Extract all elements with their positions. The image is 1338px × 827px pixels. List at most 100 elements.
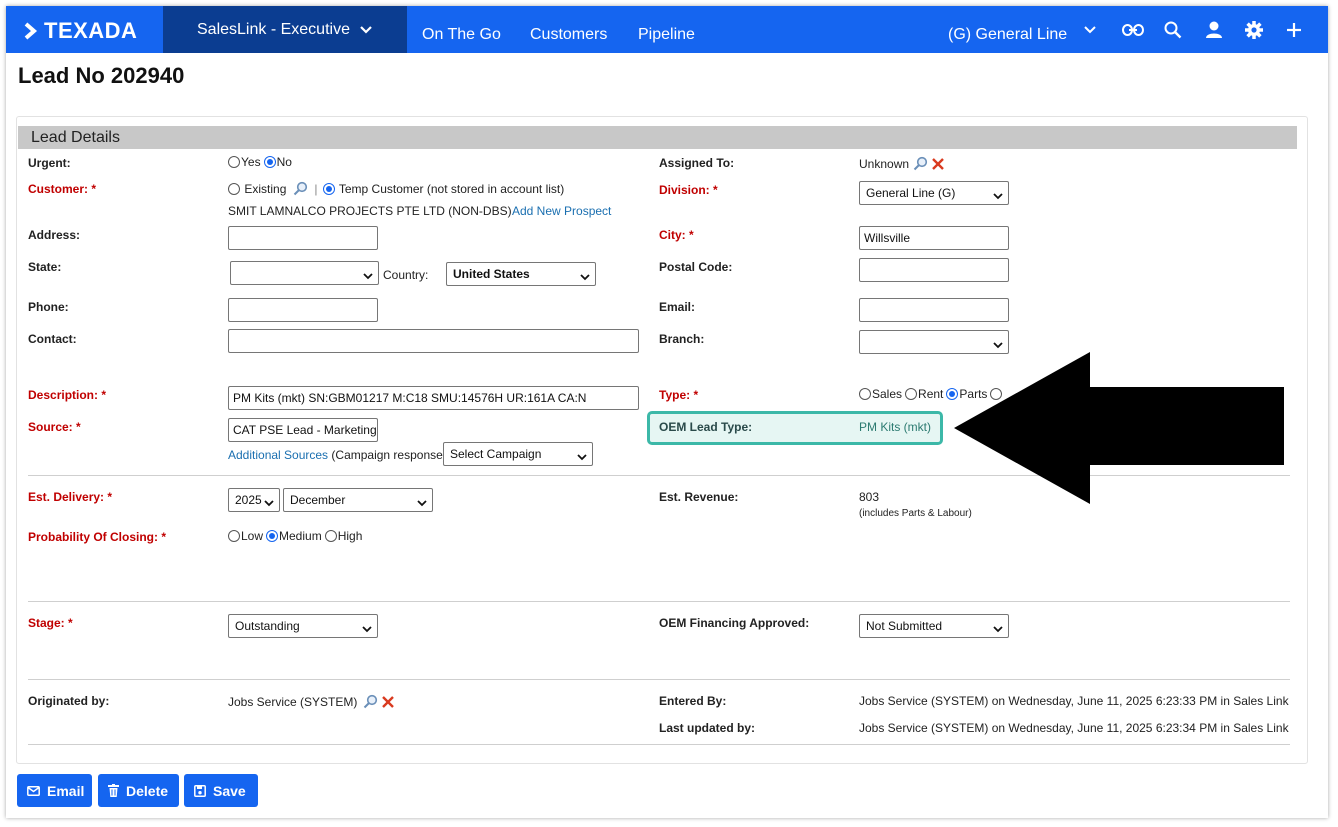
urgent-radio-group: Yes No <box>228 155 295 169</box>
division-label: Division: * <box>659 183 718 197</box>
add-new-prospect-link[interactable]: Add New Prospect <box>512 204 611 218</box>
probability-low-option[interactable]: Low <box>228 529 263 543</box>
customer-existing-option[interactable]: Existing <box>228 182 286 196</box>
chevron-down-icon <box>417 496 427 510</box>
customer-temp-label: Temp Customer (not stored in account lis… <box>338 181 565 196</box>
nav-link-on-the-go[interactable]: On The Go <box>422 6 501 53</box>
state-select[interactable] <box>230 261 379 285</box>
customer-existing-label: Existing <box>244 181 287 196</box>
originated-clear-icon[interactable] <box>381 695 395 709</box>
email-button[interactable]: Email <box>17 774 92 807</box>
urgent-yes-label: Yes <box>241 155 261 169</box>
radio-medium[interactable] <box>266 530 279 542</box>
country-select[interactable]: United States <box>446 262 596 286</box>
additional-sources-row: Additional Sources (Campaign response) <box>228 448 447 462</box>
branch-select[interactable] <box>859 330 1009 354</box>
app-switcher[interactable]: SalesLink - Executive <box>163 6 407 53</box>
chevron-down-icon[interactable] <box>1079 19 1101 41</box>
gear-icon[interactable] <box>1243 19 1265 41</box>
contact-input[interactable] <box>228 329 639 353</box>
radio-temp[interactable] <box>322 182 335 195</box>
email-input[interactable] <box>859 298 1009 322</box>
type-rent-option[interactable]: Rent <box>905 387 943 401</box>
probability-radio-group: Low Medium High <box>228 529 365 543</box>
postal-code-input[interactable] <box>859 258 1009 282</box>
city-input[interactable]: Willsville <box>859 226 1009 250</box>
nav-link-customers[interactable]: Customers <box>530 6 607 53</box>
envelope-icon <box>27 785 40 796</box>
stage-label: Stage: * <box>28 616 73 630</box>
chevron-down-icon <box>580 270 590 284</box>
radio-high[interactable] <box>324 530 337 542</box>
phone-input[interactable] <box>228 298 378 322</box>
probability-high-label: High <box>337 529 363 543</box>
customer-search-icon[interactable] <box>293 181 308 196</box>
divider <box>28 744 1290 745</box>
contact-label: Contact: <box>28 332 77 346</box>
user-icon[interactable] <box>1203 19 1225 41</box>
divider <box>28 679 1290 680</box>
logo-text: TEXADA <box>44 18 138 43</box>
chevron-down-icon <box>360 25 372 34</box>
delete-button[interactable]: Delete <box>98 774 179 807</box>
source-input[interactable]: CAT PSE Lead - Marketing <box>228 418 378 442</box>
radio-low[interactable] <box>228 530 240 542</box>
email-label: Email: <box>659 300 696 314</box>
description-input[interactable]: PM Kits (mkt) SN:GBM01217 M:C18 SMU:1457… <box>228 386 639 410</box>
est-revenue-value: 803 <box>859 490 880 504</box>
address-input[interactable] <box>228 226 378 250</box>
top-nav: TEXADA SalesLink - Executive On The Go C… <box>6 6 1328 53</box>
country-label: Country: <box>383 268 429 282</box>
radio-existing[interactable] <box>228 182 240 195</box>
assigned-clear-icon[interactable] <box>931 157 945 171</box>
probability-medium-option[interactable]: Medium <box>266 529 322 543</box>
state-label: State: <box>28 260 62 274</box>
plus-icon[interactable] <box>1283 19 1305 41</box>
type-sales-option[interactable]: Sales <box>859 387 902 401</box>
chevron-down-icon <box>993 189 1003 203</box>
search-icon[interactable] <box>1162 19 1184 41</box>
entered-by-label: Entered By: <box>659 694 727 708</box>
radio-yes[interactable] <box>228 156 240 168</box>
assigned-search-icon[interactable] <box>913 156 928 171</box>
delivery-year-select[interactable]: 2025 <box>228 488 280 512</box>
customer-temp-option[interactable]: Temp Customer (not stored in account lis… <box>322 181 565 196</box>
delivery-month-value: December <box>290 493 346 507</box>
oem-financing-select[interactable]: Not Submitted <box>859 614 1009 638</box>
probability-low-label: Low <box>241 529 264 543</box>
urgent-no-option[interactable]: No <box>263 155 292 169</box>
delivery-month-select[interactable]: December <box>283 488 433 512</box>
oem-lead-type-label: OEM Lead Type: <box>659 420 753 434</box>
logo-chevron-icon <box>24 22 38 40</box>
texada-logo[interactable]: TEXADA <box>24 18 137 44</box>
radio-sales[interactable] <box>859 388 871 400</box>
phone-label: Phone: <box>28 300 69 314</box>
additional-sources-link[interactable]: Additional Sources <box>228 448 328 462</box>
originated-by-label: Originated by: <box>28 694 110 708</box>
probability-label: Probability Of Closing: * <box>28 530 167 544</box>
est-revenue-note: (includes Parts & Labour) <box>859 508 972 519</box>
division-select[interactable]: General Line (G) <box>859 181 1009 205</box>
probability-high-option[interactable]: High <box>324 529 363 543</box>
save-button[interactable]: Save <box>184 774 258 807</box>
division-value: General Line (G) <box>866 186 956 200</box>
app-window: TEXADA SalesLink - Executive On The Go C… <box>6 6 1328 818</box>
source-label: Source: * <box>28 420 81 434</box>
customer-label: Customer: * <box>28 182 97 196</box>
stage-select[interactable]: Outstanding <box>228 614 378 638</box>
customer-radio-group: Existing | Temp Customer (not stored in … <box>228 181 567 196</box>
urgent-label: Urgent: <box>28 156 71 170</box>
urgent-yes-option[interactable]: Yes <box>228 155 261 169</box>
link-icon[interactable] <box>1122 19 1144 41</box>
postal-code-label: Postal Code: <box>659 260 733 274</box>
radio-no[interactable] <box>263 156 276 168</box>
city-label: City: * <box>659 228 694 242</box>
page-title: Lead No 202940 <box>18 63 185 88</box>
branch-label: Branch: <box>659 332 705 346</box>
originated-by-value: Jobs Service (SYSTEM) <box>228 694 358 709</box>
radio-rent[interactable] <box>905 388 918 400</box>
nav-link-pipeline[interactable]: Pipeline <box>638 6 695 53</box>
originated-search-icon[interactable] <box>363 694 378 709</box>
campaign-select[interactable]: Select Campaign <box>443 442 593 466</box>
line-selector[interactable]: (G) General Line <box>948 6 1067 53</box>
